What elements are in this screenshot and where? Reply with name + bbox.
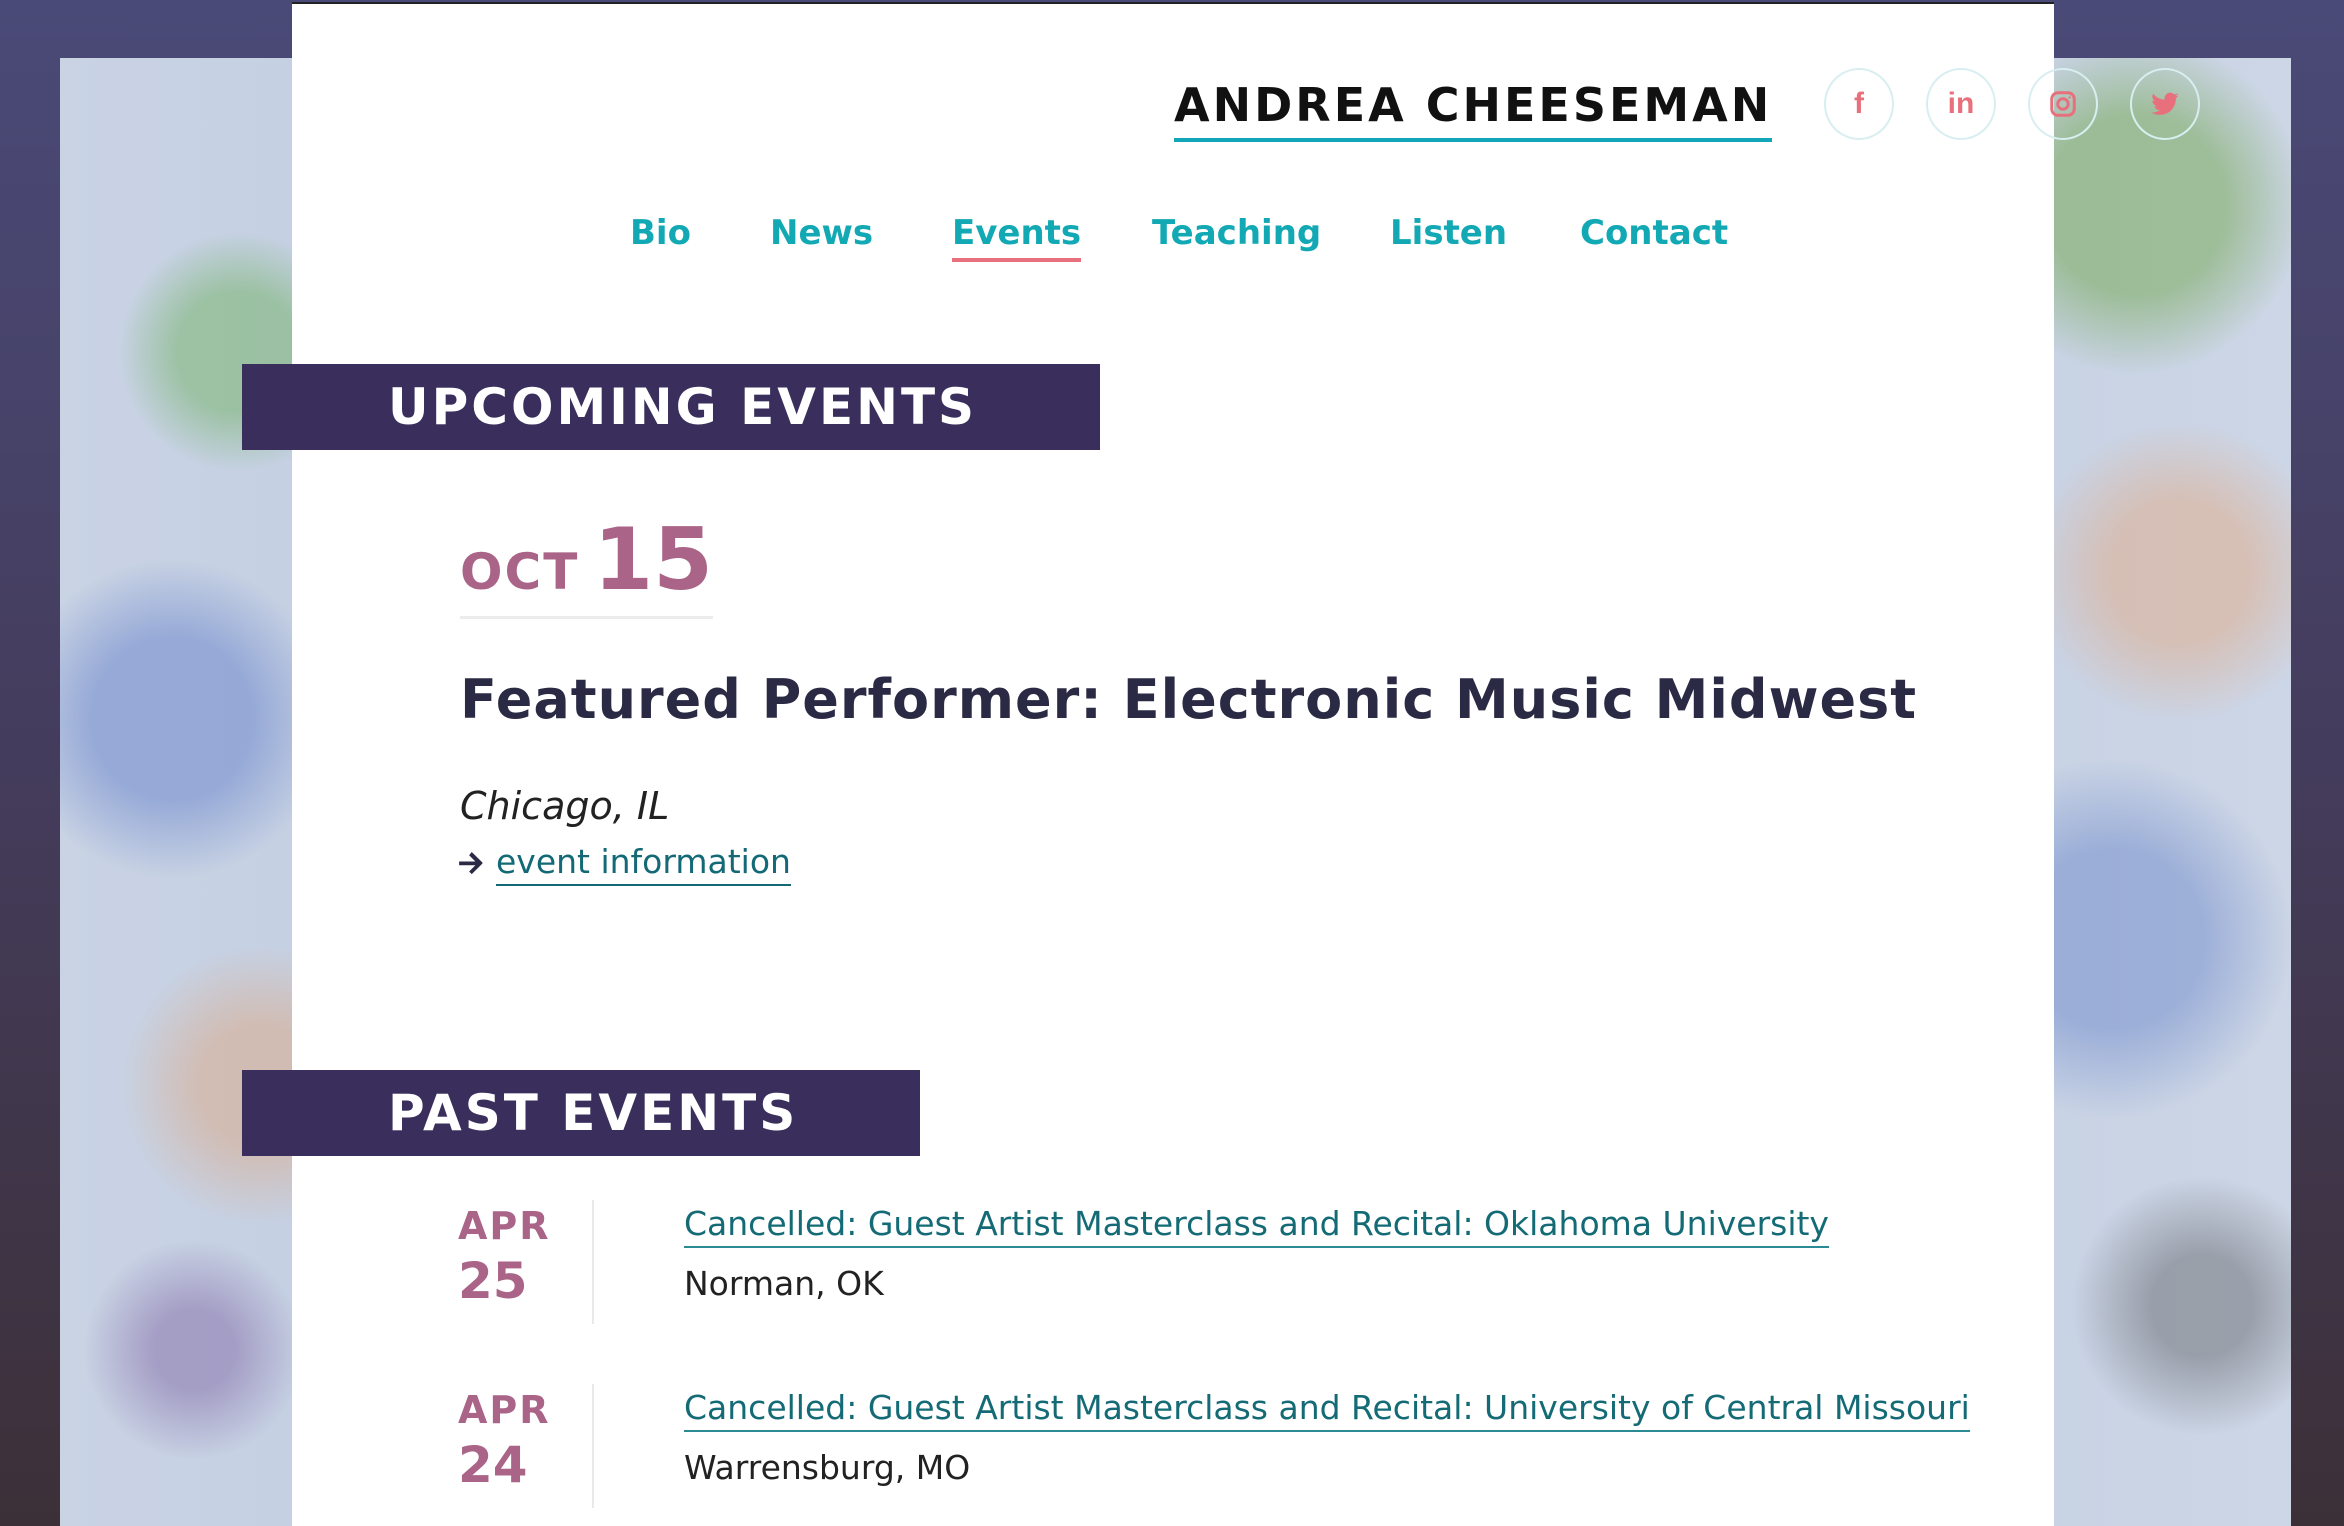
nav-events[interactable]: Events [952, 208, 1082, 262]
facebook-glyph: f [1854, 87, 1864, 120]
past-event-day: 25 [458, 1251, 528, 1310]
twitter-icon[interactable] [2130, 68, 2200, 140]
top-border [292, 2, 2054, 4]
main-nav: Bio News Events Teaching Listen Contact [292, 208, 2054, 268]
upcoming-event-day: 15 [593, 510, 713, 610]
date-divider [592, 1384, 594, 1508]
past-event-title-link[interactable]: Cancelled: Guest Artist Masterclass and … [684, 1202, 1829, 1248]
linkedin-glyph: in [1947, 87, 1975, 120]
date-divider [592, 1200, 594, 1324]
upcoming-event-month: OCT [460, 543, 580, 601]
past-event-title-link[interactable]: Cancelled: Guest Artist Masterclass and … [684, 1386, 1970, 1432]
arrow-right-icon [456, 848, 486, 878]
linkedin-icon[interactable]: in [1926, 68, 1996, 140]
upcoming-event-title: Featured Performer: Electronic Music Mid… [460, 668, 1918, 731]
past-event-date: APR 25 [458, 1200, 588, 1309]
nav-contact[interactable]: Contact [1580, 208, 1728, 258]
past-event-item: APR 24 Cancelled: Guest Artist Mastercla… [458, 1384, 1970, 1514]
past-events-heading: PAST EVENTS [242, 1070, 920, 1156]
social-links: f in [1824, 68, 2200, 140]
past-event-place: Warrensburg, MO [684, 1448, 971, 1487]
nav-teaching[interactable]: Teaching [1152, 208, 1321, 258]
instagram-icon[interactable] [2028, 68, 2098, 140]
upcoming-event-place: Chicago, IL [460, 784, 670, 828]
upcoming-event-date: OCT 15 [460, 510, 713, 619]
upcoming-events-heading: UPCOMING EVENTS [242, 364, 1100, 450]
facebook-icon[interactable]: f [1824, 68, 1894, 140]
nav-listen[interactable]: Listen [1390, 208, 1507, 258]
event-information-link[interactable]: event information [496, 840, 791, 886]
past-event-day: 24 [458, 1435, 528, 1494]
past-event-item: APR 25 Cancelled: Guest Artist Mastercla… [458, 1200, 1829, 1330]
past-event-place: Norman, OK [684, 1264, 884, 1303]
past-event-month: APR [458, 1388, 551, 1432]
past-event-month: APR [458, 1204, 551, 1248]
site-title[interactable]: ANDREA CHEESEMAN [1174, 74, 1773, 142]
nav-news[interactable]: News [770, 208, 873, 258]
nav-bio[interactable]: Bio [630, 208, 691, 258]
past-event-date: APR 24 [458, 1384, 588, 1493]
event-link-row: event information [456, 840, 791, 886]
